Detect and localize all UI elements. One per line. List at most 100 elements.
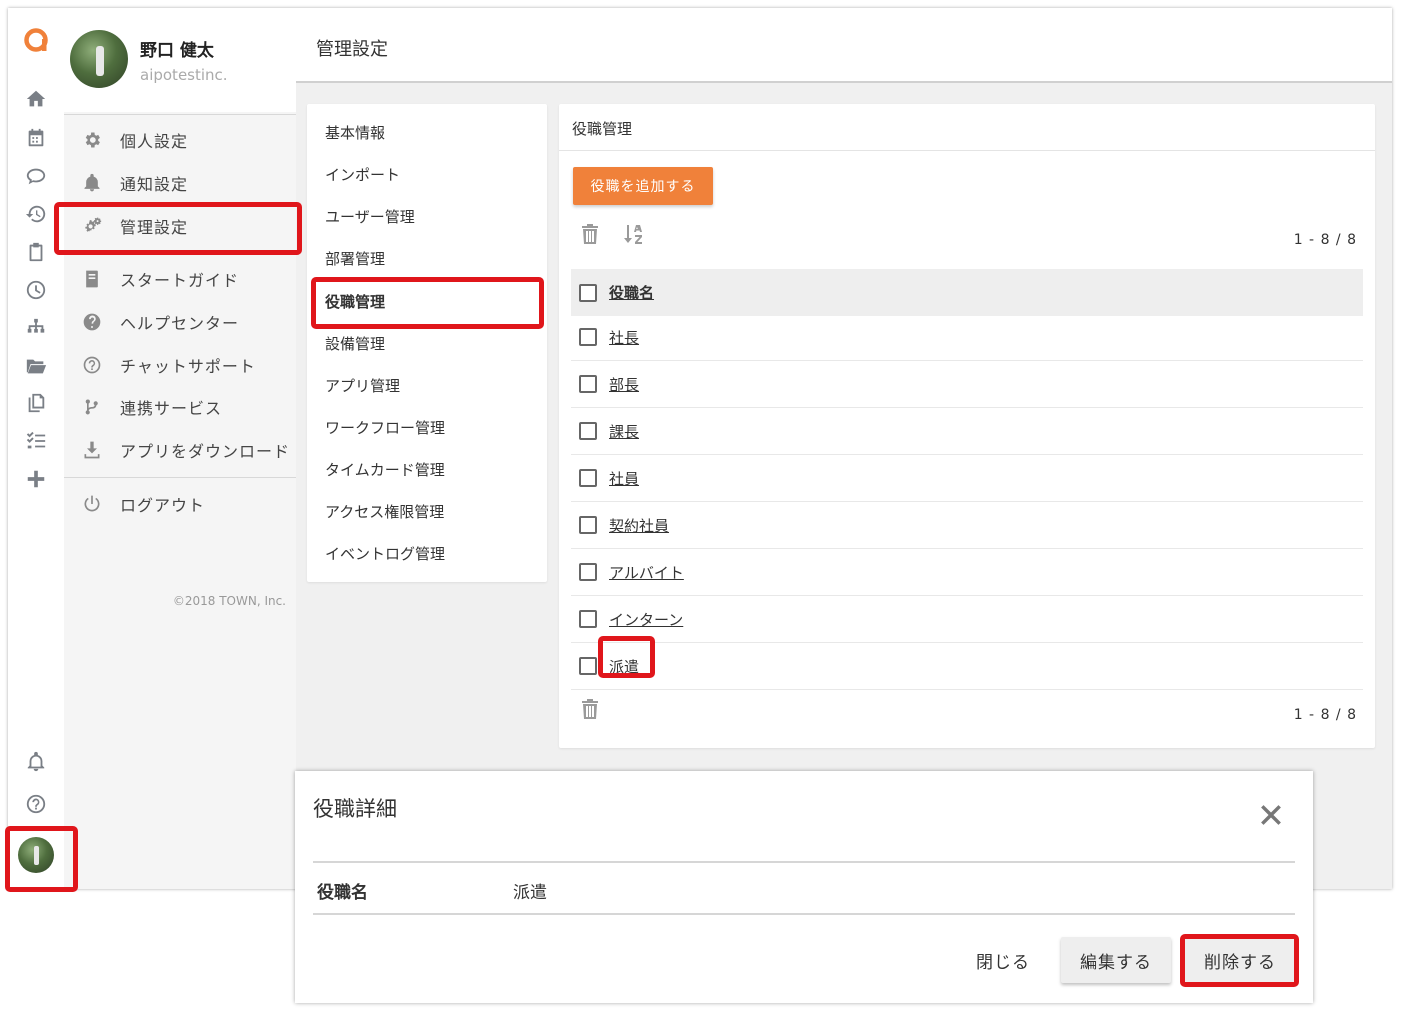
menu-divider	[64, 114, 296, 115]
row-checkbox[interactable]	[579, 657, 597, 675]
edit-button[interactable]: 編集する	[1061, 937, 1171, 983]
row-checkbox[interactable]	[579, 610, 597, 628]
settings-nav-item-apps[interactable]: アプリ管理	[307, 364, 547, 406]
row-checkbox[interactable]	[579, 375, 597, 393]
home-icon[interactable]	[22, 85, 50, 113]
column-header-position-name[interactable]: 役職名	[609, 282, 654, 303]
position-link[interactable]: 部長	[609, 374, 639, 395]
notification-bell-icon[interactable]	[22, 748, 50, 776]
gear-icon	[64, 130, 120, 150]
close-button[interactable]: 閉じる	[963, 937, 1043, 983]
settings-nav-item-timecard[interactable]: タイムカード管理	[307, 448, 547, 490]
position-link[interactable]: 社員	[609, 468, 639, 489]
table-header-row: 役職名	[571, 269, 1363, 316]
position-link[interactable]: 派遣	[609, 656, 639, 677]
position-link[interactable]: アルバイト	[609, 562, 684, 583]
table-row: 課長	[571, 408, 1363, 455]
delete-button[interactable]: 削除する	[1185, 937, 1295, 983]
menu-item-chat-support[interactable]: チャットサポート	[64, 345, 296, 385]
table-row: インターン	[571, 596, 1363, 643]
row-checkbox[interactable]	[579, 516, 597, 534]
book-icon	[64, 269, 120, 289]
position-link[interactable]: 課長	[609, 421, 639, 442]
clock-icon[interactable]	[22, 276, 50, 304]
app-logo-icon[interactable]	[22, 26, 50, 54]
position-link[interactable]: インターン	[609, 609, 683, 630]
clipboard-icon[interactable]	[22, 238, 50, 266]
settings-nav-item-positions[interactable]: 役職管理	[307, 280, 547, 322]
menu-item-admin-settings[interactable]: 管理設定	[64, 206, 296, 246]
question-outline-icon	[64, 355, 120, 375]
menu-item-personal-settings[interactable]: 個人設定	[64, 120, 296, 160]
row-checkbox[interactable]	[579, 563, 597, 581]
settings-nav-item-workflow[interactable]: ワークフロー管理	[307, 406, 547, 448]
settings-nav-item-departments[interactable]: 部署管理	[307, 237, 547, 279]
select-all-checkbox[interactable]	[579, 283, 597, 302]
position-link[interactable]: 社長	[609, 327, 639, 348]
dialog-field-label: 役職名	[317, 883, 368, 903]
history-icon[interactable]	[22, 200, 50, 228]
branch-icon	[64, 397, 120, 417]
user-name: 野口 健太	[140, 41, 214, 61]
dialog-divider	[313, 913, 1295, 915]
trash-icon[interactable]	[578, 697, 602, 721]
calendar-icon[interactable]	[22, 124, 50, 152]
checklist-icon[interactable]	[22, 427, 50, 455]
menu-item-logout[interactable]: ログアウト	[64, 484, 296, 524]
menu-item-label: 連携サービス	[120, 399, 223, 418]
menu-divider	[64, 477, 296, 478]
menu-item-label: 通知設定	[120, 175, 189, 194]
settings-nav: 基本情報 インポート ユーザー管理 部署管理 役職管理 設備管理 アプリ管理 ワ…	[307, 104, 547, 582]
menu-item-label: ログアウト	[120, 496, 206, 515]
plus-icon[interactable]	[22, 465, 50, 493]
menu-item-label: 管理設定	[120, 218, 189, 237]
user-profile: 野口 健太 aipotestinc.	[64, 8, 296, 112]
menu-item-label: ヘルプセンター	[120, 314, 240, 333]
table-row: 社員	[571, 455, 1363, 502]
trash-icon[interactable]	[578, 222, 602, 246]
row-checkbox[interactable]	[579, 422, 597, 440]
user-org: aipotestinc.	[140, 66, 228, 84]
add-position-button[interactable]: 役職を追加する	[573, 167, 713, 205]
folder-icon[interactable]	[22, 352, 50, 380]
table-row: 契約社員	[571, 502, 1363, 549]
help-icon[interactable]	[22, 790, 50, 818]
power-icon	[64, 494, 120, 514]
settings-nav-item-basic-info[interactable]: 基本情報	[307, 111, 547, 153]
menu-item-label: 個人設定	[120, 132, 189, 151]
menu-item-label: アプリをダウンロード	[120, 442, 291, 461]
card-title: 役職管理	[572, 120, 633, 138]
row-checkbox[interactable]	[579, 469, 597, 487]
menu-item-download-app[interactable]: アプリをダウンロード	[64, 430, 296, 470]
org-chart-icon[interactable]	[22, 314, 50, 342]
settings-nav-item-import[interactable]: インポート	[307, 153, 547, 195]
close-icon[interactable]	[1257, 801, 1285, 829]
settings-nav-item-event-log[interactable]: イベントログ管理	[307, 532, 547, 574]
dialog-title: 役職詳細	[313, 797, 397, 821]
download-icon	[64, 440, 120, 460]
menu-item-notification-settings[interactable]: 通知設定	[64, 163, 296, 203]
menu-item-start-guide[interactable]: スタートガイド	[64, 259, 296, 299]
help-circle-icon	[64, 312, 120, 332]
sort-az-icon[interactable]	[622, 222, 646, 246]
settings-nav-item-facilities[interactable]: 設備管理	[307, 322, 547, 364]
card-divider	[559, 150, 1375, 151]
page-title: 管理設定	[316, 39, 388, 60]
chat-bubble-icon[interactable]	[22, 162, 50, 190]
bell-icon	[64, 173, 120, 193]
user-menu-panel: 野口 健太 aipotestinc. 個人設定 通知設定 管理設定 スタートガイ…	[64, 8, 296, 889]
settings-nav-item-access-rights[interactable]: アクセス権限管理	[307, 490, 547, 532]
table-row: 派遣	[571, 643, 1363, 690]
pagination-count-top: 1 - 8 / 8	[1293, 232, 1357, 248]
menu-item-help-center[interactable]: ヘルプセンター	[64, 302, 296, 342]
copy-icon[interactable]	[22, 389, 50, 417]
settings-nav-item-users[interactable]: ユーザー管理	[307, 195, 547, 237]
icon-rail	[8, 8, 64, 889]
pagination-count-bottom: 1 - 8 / 8	[1293, 707, 1357, 723]
menu-item-integrations[interactable]: 連携サービス	[64, 387, 296, 427]
page-header: 管理設定	[296, 8, 1392, 83]
position-link[interactable]: 契約社員	[609, 515, 669, 536]
row-checkbox[interactable]	[579, 328, 597, 346]
user-avatar-small[interactable]	[18, 837, 54, 873]
table-row: アルバイト	[571, 549, 1363, 596]
